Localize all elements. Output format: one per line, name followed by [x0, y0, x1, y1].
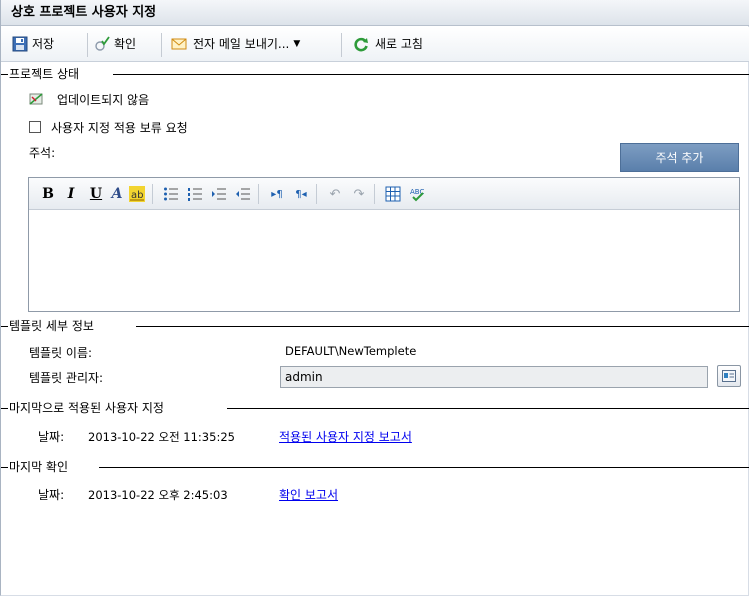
save-button[interactable]: 저장: [12, 33, 54, 55]
send-email-button[interactable]: 전자 메일 보내기... ▼: [171, 33, 300, 55]
dropdown-arrow-icon[interactable]: ▼: [293, 33, 300, 55]
outdent-icon[interactable]: [234, 185, 252, 203]
last-check-date-value: 2013-10-22 오후 2:45:03: [88, 488, 228, 502]
save-icon: [12, 36, 28, 52]
spellcheck-icon[interactable]: ABC: [408, 185, 426, 203]
ltr-icon[interactable]: ▸¶: [268, 185, 286, 203]
save-label: 저장: [32, 37, 55, 51]
applied-customization-report-link[interactable]: 적용된 사용자 지정 보고서: [279, 428, 412, 445]
editor-toolbar: B I U A ab ▸¶ ¶◂ ↶ ↷ ABC: [29, 178, 739, 210]
pending-request-checkbox[interactable]: [29, 121, 41, 133]
template-details-header: 템플릿 세부 정보: [1, 318, 749, 334]
undo-icon[interactable]: ↶: [326, 185, 344, 203]
section-title: 템플릿 세부 정보: [9, 318, 98, 334]
send-email-label: 전자 메일 보내기...: [193, 37, 290, 51]
not-updated-icon: [29, 92, 43, 106]
font-color-icon[interactable]: A: [108, 185, 126, 203]
status-text: 업데이트되지 않음: [57, 93, 150, 107]
last-check-date-label: 날짜:: [38, 488, 65, 502]
last-applied-date-value: 2013-10-22 오전 11:35:25: [88, 430, 235, 444]
template-name-label: 템플릿 이름:: [29, 346, 93, 360]
template-admin-label: 템플릿 관리자:: [29, 371, 104, 385]
section-title: 마지막으로 적용된 사용자 지정: [9, 400, 168, 416]
note-label: 주석:: [29, 146, 56, 160]
last-check-header: 마지막 확인: [1, 459, 749, 475]
italic-icon[interactable]: I: [62, 185, 80, 203]
table-icon[interactable]: [384, 185, 402, 203]
pending-request-label: 사용자 지정 적용 보류 요청: [51, 121, 188, 135]
bulleted-list-icon[interactable]: [162, 185, 180, 203]
last-applied-header: 마지막으로 적용된 사용자 지정: [1, 400, 749, 416]
add-note-button[interactable]: 주석 추가: [620, 143, 739, 172]
last-applied-date-label: 날짜:: [38, 430, 65, 444]
toolbar-divider: [341, 33, 342, 57]
user-card-icon: [722, 370, 736, 385]
email-icon: [171, 36, 187, 52]
check-icon: [94, 36, 110, 52]
select-user-button[interactable]: [717, 365, 741, 387]
check-button[interactable]: 확인: [94, 33, 136, 55]
refresh-label: 새로 고침: [375, 37, 423, 51]
customization-window: 상호 프로젝트 사용자 지정 저장 확인 전자 메일 보내기... ▼ 새로 고…: [0, 0, 749, 596]
section-title: 프로젝트 상태: [9, 66, 84, 82]
note-editor[interactable]: B I U A ab ▸¶ ¶◂ ↶ ↷ ABC: [28, 177, 740, 312]
bold-icon[interactable]: B: [39, 185, 57, 203]
indent-icon[interactable]: [210, 185, 228, 203]
highlight-icon[interactable]: ab: [128, 185, 146, 203]
rtl-icon[interactable]: ¶◂: [292, 185, 310, 203]
template-admin-field[interactable]: admin: [280, 366, 708, 388]
window-title: 상호 프로젝트 사용자 지정: [1, 0, 749, 26]
section-title: 마지막 확인: [9, 459, 73, 475]
template-name-value: DEFAULT\NewTemplete: [285, 344, 417, 358]
redo-icon[interactable]: ↷: [350, 185, 368, 203]
project-status-header: 프로젝트 상태: [1, 66, 749, 82]
toolbar-divider: [161, 33, 162, 57]
check-label: 확인: [114, 37, 137, 51]
check-report-link[interactable]: 확인 보고서: [279, 486, 338, 503]
refresh-icon: [353, 36, 369, 52]
numbered-list-icon[interactable]: [186, 185, 204, 203]
underline-icon[interactable]: U: [87, 185, 105, 203]
toolbar-divider: [87, 33, 88, 57]
refresh-button[interactable]: 새로 고침: [353, 33, 423, 55]
main-toolbar: 저장 확인 전자 메일 보내기... ▼ 새로 고침: [1, 27, 749, 62]
